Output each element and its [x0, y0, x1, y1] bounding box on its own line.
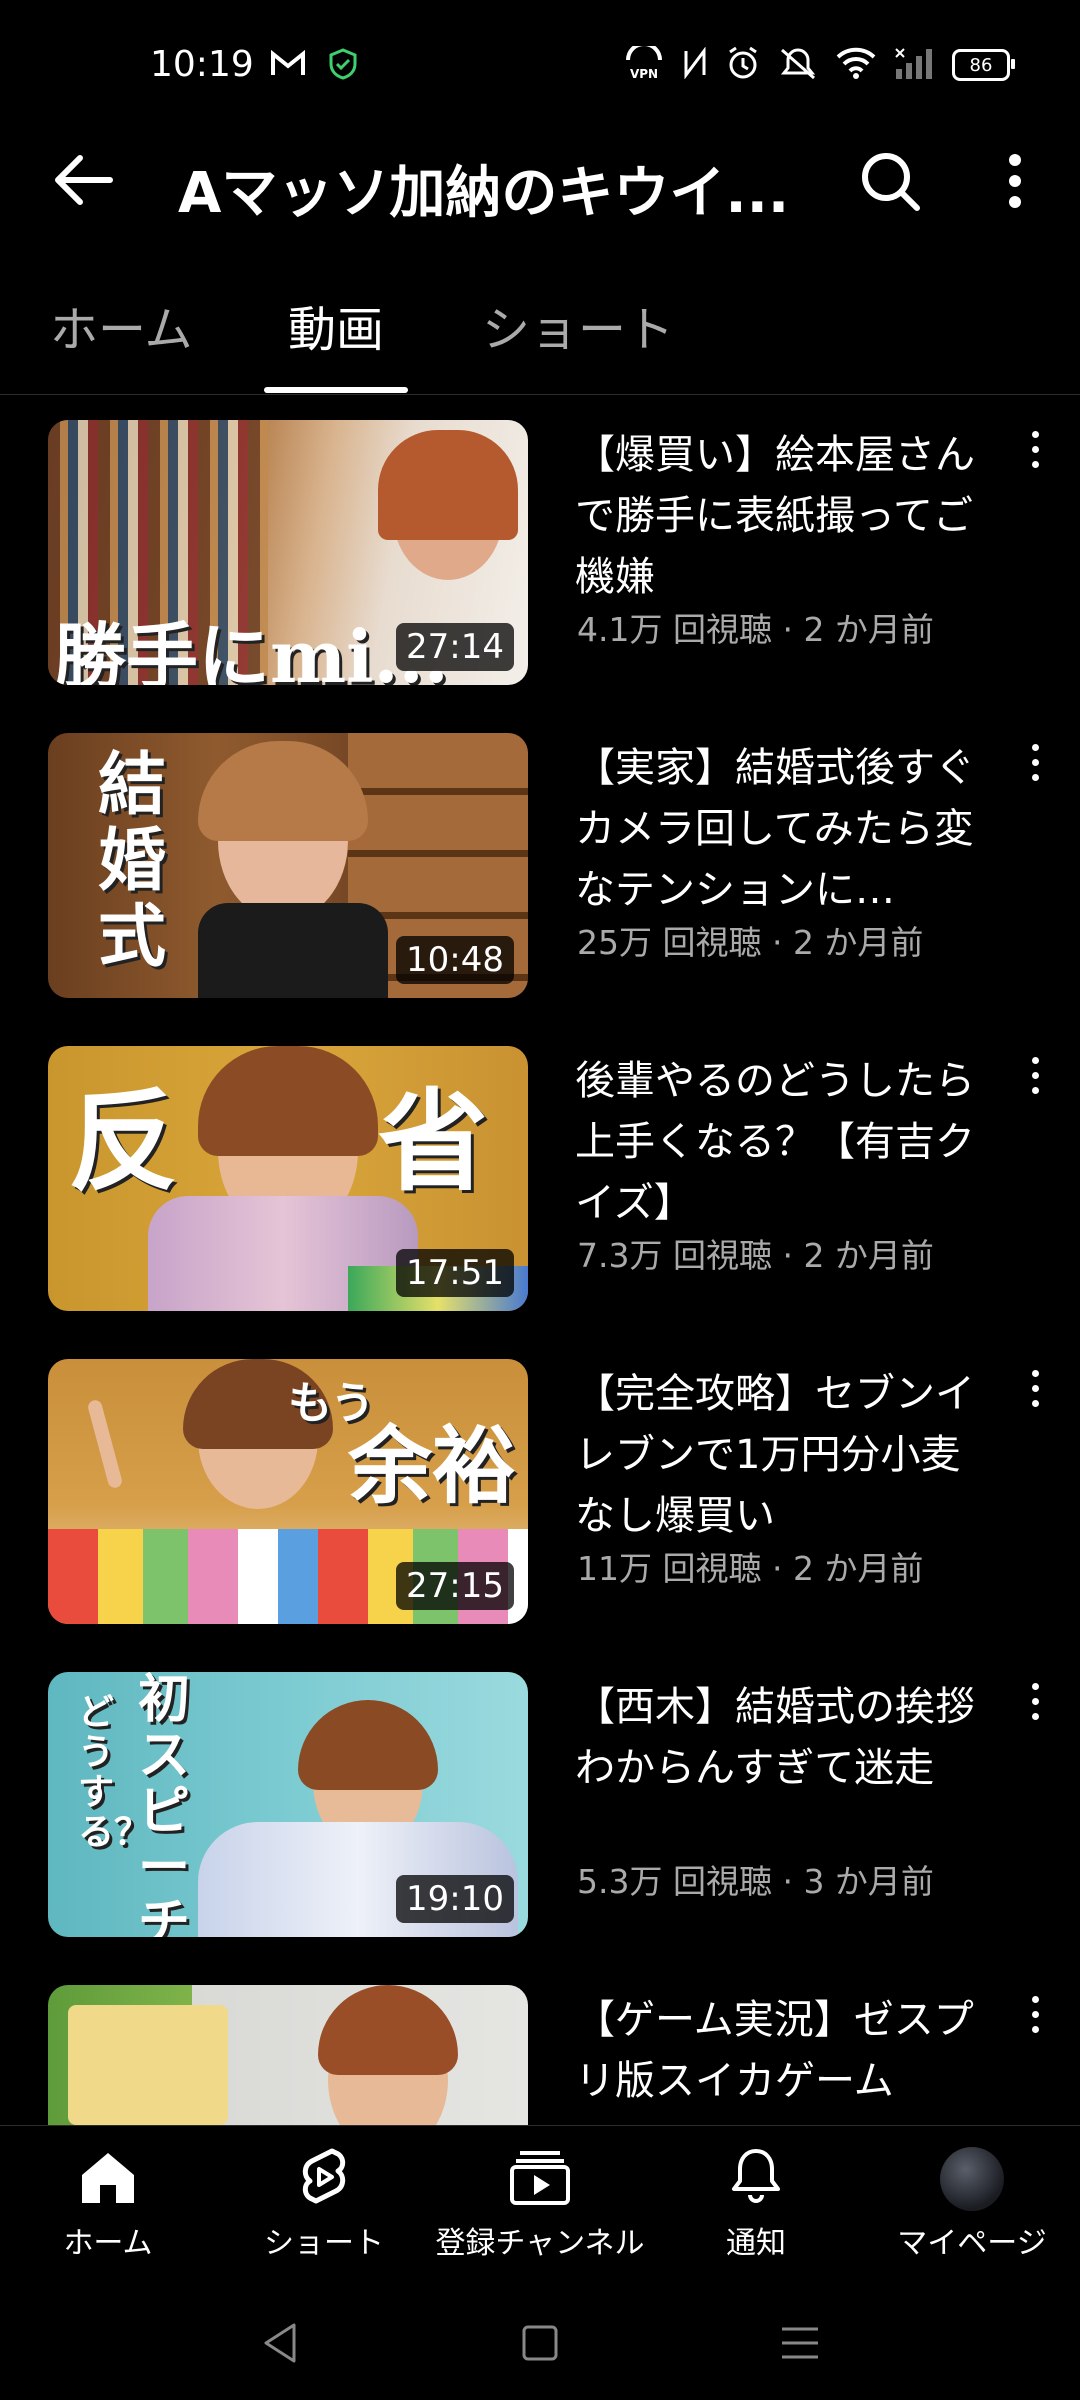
search-button[interactable]	[850, 146, 930, 216]
nfc-icon	[682, 46, 708, 83]
system-home-button[interactable]	[510, 2313, 570, 2373]
battery-icon: 86	[952, 49, 1015, 81]
duration-badge: 17:51	[396, 1249, 514, 1297]
thumbnail-caption: 勝手にmi...	[54, 614, 449, 685]
video-menu-button[interactable]	[1020, 744, 1050, 794]
video-menu-button[interactable]	[1020, 1996, 1050, 2046]
video-thumbnail[interactable]: 勝手にmi... 27:14	[48, 420, 528, 685]
video-thumbnail[interactable]: 反 省 17:51	[48, 1046, 528, 1311]
video-item[interactable]: 勝手にmi... 27:14 【爆買い】絵本屋さんで勝手に表紙撮ってご機嫌 4.…	[0, 395, 1080, 685]
video-list: 勝手にmi... 27:14 【爆買い】絵本屋さんで勝手に表紙撮ってご機嫌 4.…	[0, 395, 1080, 2125]
system-recents-button[interactable]	[770, 2313, 830, 2373]
bell-icon	[721, 2142, 791, 2212]
recents-icon	[782, 2327, 818, 2359]
tab-videos[interactable]: 動画	[288, 290, 384, 360]
video-thumbnail[interactable]: もう 余裕 27:15	[48, 1359, 528, 1624]
top-app-bar: Aマッソ加納のキウイ...	[0, 130, 1080, 230]
nav-label: マイページ	[897, 2226, 1047, 2261]
thumbnail-caption-small: どうする？	[78, 1691, 151, 1853]
shorts-icon	[289, 2142, 359, 2212]
thumbnail-caption: 初スピーチ	[138, 1672, 191, 1937]
status-bar: 10:19 VPN 86	[0, 0, 1080, 120]
video-meta: 7.3万 回視聴 · 2 か月前	[577, 1236, 934, 1275]
video-menu-button[interactable]	[1020, 431, 1050, 481]
tab-home[interactable]: ホーム	[50, 290, 193, 360]
thumbnail-caption-left: 反	[68, 1077, 178, 1206]
video-title[interactable]: 【西木】結婚式の挨拶わからんすぎて迷走	[575, 1677, 995, 1799]
more-options-button[interactable]	[990, 146, 1040, 216]
video-meta: 5.3万 回視聴 · 3 か月前	[577, 1862, 934, 1901]
search-icon	[862, 153, 920, 211]
system-back-button[interactable]	[250, 2313, 310, 2373]
video-title[interactable]: 【ゲーム実況】ゼスプリ版スイカゲーム	[575, 1990, 995, 2112]
video-meta: 4.1万 回視聴 · 2 か月前	[577, 610, 934, 649]
video-item[interactable]: 反 省 17:51 後輩やるのどうしたら上手くなる？【有吉クイズ】 7.3万 回…	[0, 1021, 1080, 1311]
subscriptions-icon	[505, 2142, 575, 2212]
signal-icon	[894, 47, 934, 83]
home-icon	[73, 2142, 143, 2212]
duration-badge: 10:48	[396, 936, 514, 984]
video-menu-button[interactable]	[1020, 1683, 1050, 1733]
status-left-icons	[270, 48, 358, 84]
vpn-icon: VPN	[624, 42, 664, 84]
mail-icon	[270, 49, 306, 82]
thumbnail-caption-right: 省	[378, 1077, 488, 1206]
video-meta: 11万 回視聴 · 2 か月前	[577, 1549, 924, 1588]
nav-home[interactable]: ホーム	[0, 2142, 216, 2262]
video-title[interactable]: 後輩やるのどうしたら上手くなる？【有吉クイズ】	[575, 1051, 995, 1234]
nav-shorts[interactable]: ショート	[216, 2142, 432, 2262]
back-arrow-icon	[55, 155, 113, 205]
video-thumbnail[interactable]: 初スピーチ どうする？ 19:10	[48, 1672, 528, 1937]
video-item[interactable]: もう 余裕 27:15 【完全攻略】セブンイレブンで1万円分小麦なし爆買い 11…	[0, 1334, 1080, 1624]
nav-subscriptions[interactable]: 登録チャンネル	[432, 2142, 648, 2262]
nav-my-page[interactable]: マイページ	[864, 2142, 1080, 2262]
nav-label: 通知	[726, 2226, 786, 2261]
nav-label: ショート	[264, 2226, 384, 2261]
avatar-wrapper	[937, 2142, 1007, 2212]
channel-title: Aマッソ加納のキウイ...	[178, 161, 790, 226]
video-item[interactable]: 結婚式 10:48 【実家】結婚式後すぐカメラ回してみたら変なテンションに… 2…	[0, 708, 1080, 998]
video-meta: 25万 回視聴 · 2 か月前	[577, 923, 924, 962]
thumbnail-caption: 結婚式	[98, 745, 167, 977]
status-time: 10:19	[150, 44, 254, 85]
video-menu-button[interactable]	[1020, 1057, 1050, 1107]
thumbnail-caption: 余裕	[348, 1416, 517, 1515]
more-vert-icon	[1009, 154, 1021, 208]
video-title[interactable]: 【爆買い】絵本屋さんで勝手に表紙撮ってご機嫌	[575, 425, 995, 608]
video-thumbnail[interactable]	[48, 1985, 528, 2125]
nav-label: ホーム	[63, 2226, 153, 2261]
shield-icon	[328, 48, 358, 84]
status-right-icons: VPN 86	[624, 42, 1015, 84]
video-title[interactable]: 【完全攻略】セブンイレブンで1万円分小麦なし爆買い	[575, 1364, 995, 1547]
back-button[interactable]	[50, 148, 120, 212]
square-home-icon	[522, 2325, 558, 2361]
tab-shorts[interactable]: ショート	[482, 290, 674, 360]
video-item[interactable]: 【ゲーム実況】ゼスプリ版スイカゲーム	[0, 1960, 1080, 2125]
system-navigation-bar	[0, 2285, 1080, 2400]
active-tab-indicator	[264, 387, 408, 393]
video-title[interactable]: 【実家】結婚式後すぐカメラ回してみたら変なテンションに…	[575, 738, 995, 921]
video-thumbnail[interactable]: 結婚式 10:48	[48, 733, 528, 998]
avatar	[940, 2147, 1004, 2211]
nav-notifications[interactable]: 通知	[648, 2142, 864, 2262]
duration-badge: 19:10	[396, 1875, 514, 1923]
svg-text:VPN: VPN	[630, 67, 658, 80]
duration-badge: 27:14	[396, 623, 514, 671]
mute-icon	[778, 46, 818, 84]
duration-badge: 27:15	[396, 1562, 514, 1610]
alarm-icon	[726, 46, 760, 84]
video-item[interactable]: 初スピーチ どうする？ 19:10 【西木】結婚式の挨拶わからんすぎて迷走 5.…	[0, 1647, 1080, 1937]
triangle-back-icon	[264, 2323, 296, 2363]
bottom-navigation: ホーム ショート 登録チャンネル 通知 マイページ	[0, 2125, 1080, 2286]
wifi-icon	[836, 47, 876, 83]
nav-label: 登録チャンネル	[435, 2226, 645, 2261]
channel-tabs: ホーム 動画 ショート	[0, 260, 1080, 395]
video-menu-button[interactable]	[1020, 1370, 1050, 1420]
